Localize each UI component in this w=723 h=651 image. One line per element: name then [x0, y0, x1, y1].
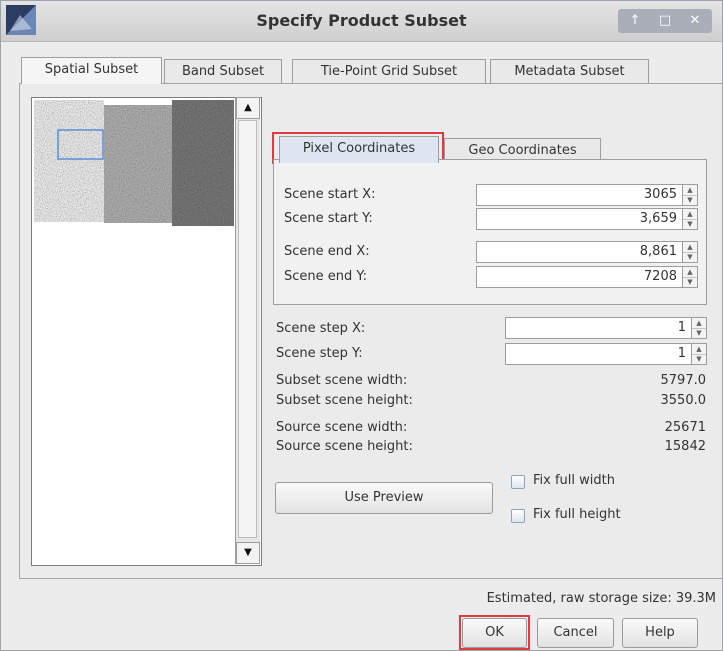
scene-end-y-spinner[interactable]: ▲ ▼: [682, 267, 697, 287]
scene-end-x-spinner[interactable]: ▲ ▼: [682, 242, 697, 262]
subtab-pixel-coordinates[interactable]: Pixel Coordinates: [279, 136, 439, 163]
scene-end-x-value[interactable]: 8,861: [640, 244, 677, 259]
ok-button[interactable]: OK: [462, 618, 527, 648]
spin-down-icon[interactable]: ▼: [683, 219, 697, 229]
fix-full-width-label[interactable]: Fix full width: [533, 473, 615, 488]
subset-width-label: Subset scene width:: [276, 373, 408, 388]
scene-end-x-field[interactable]: 8,861 ▲ ▼: [476, 241, 698, 263]
spin-down-icon[interactable]: ▼: [683, 195, 697, 205]
pin-icon[interactable]: ↑: [626, 12, 644, 30]
tab-spatial-subset[interactable]: Spatial Subset: [21, 57, 162, 84]
scene-start-x-value[interactable]: 3065: [644, 187, 677, 202]
fix-full-height-label[interactable]: Fix full height: [533, 507, 621, 522]
help-button[interactable]: Help: [622, 618, 698, 648]
fix-full-height-checkbox[interactable]: [511, 509, 525, 523]
spin-down-icon[interactable]: ▼: [692, 354, 706, 364]
scene-step-x-label: Scene step X:: [276, 321, 366, 336]
scene-step-x-spinner[interactable]: ▲ ▼: [691, 318, 706, 338]
dialog-window: Specify Product Subset ↑ □ ✕ Spatial Sub…: [0, 0, 723, 651]
source-height-label: Source scene height:: [276, 439, 413, 454]
tab-band-subset[interactable]: Band Subset: [164, 59, 282, 83]
source-width-label: Source scene width:: [276, 420, 408, 435]
scene-end-y-label: Scene end Y:: [284, 269, 367, 284]
subset-width-value: 5797.0: [660, 373, 707, 388]
scene-step-y-spinner[interactable]: ▲ ▼: [691, 344, 706, 364]
scene-start-y-value[interactable]: 3,659: [640, 211, 677, 226]
subset-height-label: Subset scene height:: [276, 393, 413, 408]
window-controls: ↑ □ ✕: [618, 9, 712, 33]
scene-step-y-field[interactable]: 1 ▲ ▼: [505, 343, 707, 365]
use-preview-button[interactable]: Use Preview: [275, 482, 493, 514]
preview-thumbnail[interactable]: [34, 100, 234, 232]
scene-start-y-label: Scene start Y:: [284, 211, 373, 226]
close-icon[interactable]: ✕: [686, 12, 704, 30]
scene-start-y-field[interactable]: 3,659 ▲ ▼: [476, 208, 698, 230]
scene-end-x-label: Scene end X:: [284, 244, 370, 259]
scene-end-y-field[interactable]: 7208 ▲ ▼: [476, 266, 698, 288]
scene-end-y-value[interactable]: 7208: [644, 269, 677, 284]
tab-tie-point-grid-subset[interactable]: Tie-Point Grid Subset: [292, 59, 486, 83]
storage-estimate: Estimated, raw storage size: 39.3M: [486, 591, 716, 606]
scroll-up-icon[interactable]: ▲: [236, 97, 260, 119]
scene-start-y-spinner[interactable]: ▲ ▼: [682, 209, 697, 229]
spin-down-icon[interactable]: ▼: [683, 277, 697, 287]
scroll-down-icon[interactable]: ▼: [236, 542, 260, 564]
scene-start-x-spinner[interactable]: ▲ ▼: [682, 185, 697, 205]
scene-step-y-value[interactable]: 1: [678, 346, 686, 361]
scene-step-y-label: Scene step Y:: [276, 346, 363, 361]
spin-down-icon[interactable]: ▼: [683, 252, 697, 262]
source-width-value: 25671: [664, 420, 706, 435]
preview-scrollbar[interactable]: ▲ ▼: [235, 97, 260, 564]
scrollbar-thumb[interactable]: [238, 120, 257, 538]
tab-metadata-subset[interactable]: Metadata Subset: [490, 59, 649, 83]
spin-down-icon[interactable]: ▼: [692, 328, 706, 338]
preview-area: [31, 97, 262, 566]
title-bar: Specify Product Subset ↑ □ ✕: [1, 1, 722, 42]
cancel-button[interactable]: Cancel: [537, 618, 614, 648]
scene-start-x-label: Scene start X:: [284, 187, 376, 202]
subset-height-value: 3550.0: [660, 393, 707, 408]
scene-step-x-value[interactable]: 1: [678, 320, 686, 335]
window-title: Specify Product Subset: [256, 11, 467, 30]
source-height-value: 15842: [664, 439, 706, 454]
scene-start-x-field[interactable]: 3065 ▲ ▼: [476, 184, 698, 206]
maximize-icon[interactable]: □: [656, 12, 674, 30]
scene-step-x-field[interactable]: 1 ▲ ▼: [505, 317, 707, 339]
fix-full-width-checkbox[interactable]: [511, 475, 525, 489]
